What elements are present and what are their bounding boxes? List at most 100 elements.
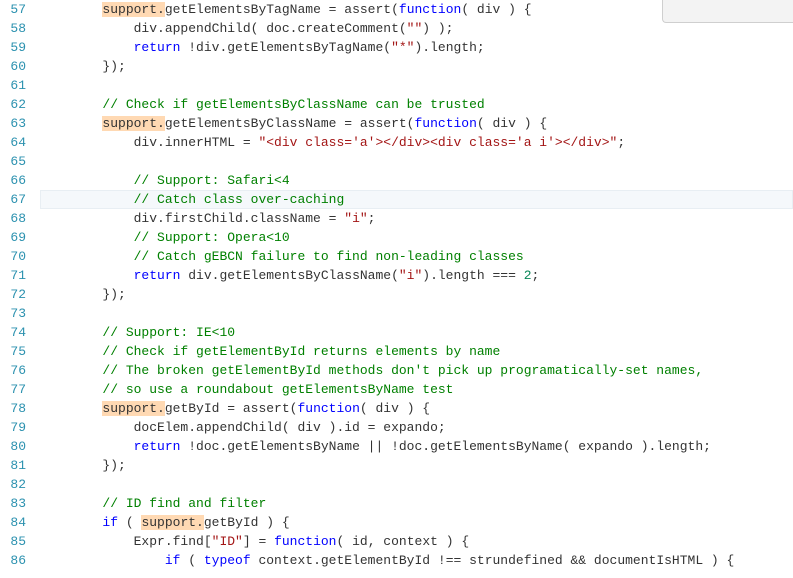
code-line[interactable]: // Check if getElementsByClassName can b… [40, 95, 793, 114]
line-number: 63 [0, 114, 34, 133]
code-line[interactable]: // Catch gEBCN failure to find non-leadi… [40, 247, 793, 266]
code-token: getById = assert( [165, 401, 298, 416]
code-token: ( div ) { [360, 401, 430, 416]
code-token: ( [180, 553, 203, 568]
code-line[interactable]: // Support: Safari<4 [40, 171, 793, 190]
line-number: 64 [0, 133, 34, 152]
code-token: if [165, 553, 181, 568]
code-token: return [134, 268, 181, 283]
code-token: ).length === [422, 268, 523, 283]
line-number: 60 [0, 57, 34, 76]
code-token: div.innerHTML = [134, 135, 259, 150]
code-line[interactable]: support.getById = assert(function( div )… [40, 399, 793, 418]
code-token: "ID" [212, 534, 243, 549]
code-line[interactable]: div.firstChild.className = "i"; [40, 209, 793, 228]
code-token: div.getElementsByClassName( [180, 268, 398, 283]
code-token: div.firstChild.className = [134, 211, 345, 226]
code-line[interactable]: div.appendChild( doc.createComment("") )… [40, 19, 793, 38]
code-line[interactable]: if ( typeof context.getElementById !== s… [40, 551, 793, 570]
code-line[interactable]: docElem.appendChild( div ).id = expando; [40, 418, 793, 437]
code-token: 2 [524, 268, 532, 283]
code-token: // ID find and filter [102, 496, 266, 511]
line-number: 80 [0, 437, 34, 456]
code-area[interactable]: support.getElementsByTagName = assert(fu… [34, 0, 793, 578]
code-line[interactable]: // Check if getElementById returns eleme… [40, 342, 793, 361]
code-token: ; [368, 211, 376, 226]
code-token: // Support: Opera<10 [134, 230, 290, 245]
code-token: if [102, 515, 118, 530]
code-token: function [274, 534, 336, 549]
code-token: function [297, 401, 359, 416]
line-number: 85 [0, 532, 34, 551]
code-token: getElementsByClassName = assert( [165, 116, 415, 131]
code-line[interactable]: return !div.getElementsByTagName("*").le… [40, 38, 793, 57]
code-token: support. [102, 2, 164, 17]
code-token: !doc.getElementsByName || !doc.getElemen… [180, 439, 711, 454]
code-token: getElementsByTagName = assert( [165, 2, 399, 17]
code-line[interactable]: // so use a roundabout getElementsByName… [40, 380, 793, 399]
code-line[interactable]: // The broken getElementById methods don… [40, 361, 793, 380]
code-token: // Support: Safari<4 [134, 173, 290, 188]
line-number: 82 [0, 475, 34, 494]
code-token: ).length; [414, 40, 484, 55]
code-token: ; [532, 268, 540, 283]
code-token: "" [407, 21, 423, 36]
code-editor[interactable]: 5758596061626364656667686970717273747576… [0, 0, 793, 578]
code-line[interactable]: // Catch class over-caching [40, 190, 793, 209]
line-number: 84 [0, 513, 34, 532]
code-line[interactable] [40, 152, 793, 171]
code-token: ( div ) { [477, 116, 547, 131]
code-token: ( id, context ) { [337, 534, 470, 549]
code-token: Expr.find[ [134, 534, 212, 549]
code-line[interactable] [40, 304, 793, 323]
code-line[interactable]: div.innerHTML = "<div class='a'></div><d… [40, 133, 793, 152]
line-number: 86 [0, 551, 34, 570]
code-line[interactable]: support.getElementsByTagName = assert(fu… [40, 0, 793, 19]
line-number: 83 [0, 494, 34, 513]
code-line[interactable] [40, 76, 793, 95]
code-token: div.appendChild( doc.createComment( [134, 21, 407, 36]
code-token: // Support: IE<10 [102, 325, 235, 340]
line-number: 70 [0, 247, 34, 266]
code-token: // Check if getElementsByClassName can b… [102, 97, 484, 112]
line-number: 57 [0, 0, 34, 19]
line-number: 77 [0, 380, 34, 399]
code-token: // so use a roundabout getElementsByName… [102, 382, 453, 397]
code-line[interactable]: support.getElementsByClassName = assert(… [40, 114, 793, 133]
code-line[interactable]: // Support: Opera<10 [40, 228, 793, 247]
line-number: 68 [0, 209, 34, 228]
code-token: // Catch class over-caching [134, 192, 345, 207]
code-line[interactable]: // Support: IE<10 [40, 323, 793, 342]
code-line[interactable]: }); [40, 456, 793, 475]
code-token: ( div ) { [461, 2, 531, 17]
code-line[interactable] [40, 475, 793, 494]
code-line[interactable]: }); [40, 285, 793, 304]
code-token: support. [102, 116, 164, 131]
code-token: ( [118, 515, 141, 530]
line-number: 72 [0, 285, 34, 304]
code-token: // Check if getElementById returns eleme… [102, 344, 500, 359]
code-token: }); [102, 287, 125, 302]
line-number: 73 [0, 304, 34, 323]
code-line[interactable]: }); [40, 57, 793, 76]
code-line[interactable]: if ( support.getById ) { [40, 513, 793, 532]
line-number: 74 [0, 323, 34, 342]
line-number: 58 [0, 19, 34, 38]
line-number: 61 [0, 76, 34, 95]
line-number: 71 [0, 266, 34, 285]
code-line[interactable]: return !doc.getElementsByName || !doc.ge… [40, 437, 793, 456]
code-token: "i" [399, 268, 422, 283]
code-token: !div.getElementsByTagName( [180, 40, 391, 55]
code-token: docElem.appendChild( div ).id = expando; [134, 420, 446, 435]
code-line[interactable]: // ID find and filter [40, 494, 793, 513]
code-token: function [399, 2, 461, 17]
code-token: "*" [391, 40, 414, 55]
code-line[interactable]: Expr.find["ID"] = function( id, context … [40, 532, 793, 551]
code-token: support. [102, 401, 164, 416]
code-token: support. [141, 515, 203, 530]
code-token: getById ) { [204, 515, 290, 530]
code-line[interactable]: return div.getElementsByClassName("i").l… [40, 266, 793, 285]
code-token: }); [102, 59, 125, 74]
line-number: 62 [0, 95, 34, 114]
line-number: 76 [0, 361, 34, 380]
